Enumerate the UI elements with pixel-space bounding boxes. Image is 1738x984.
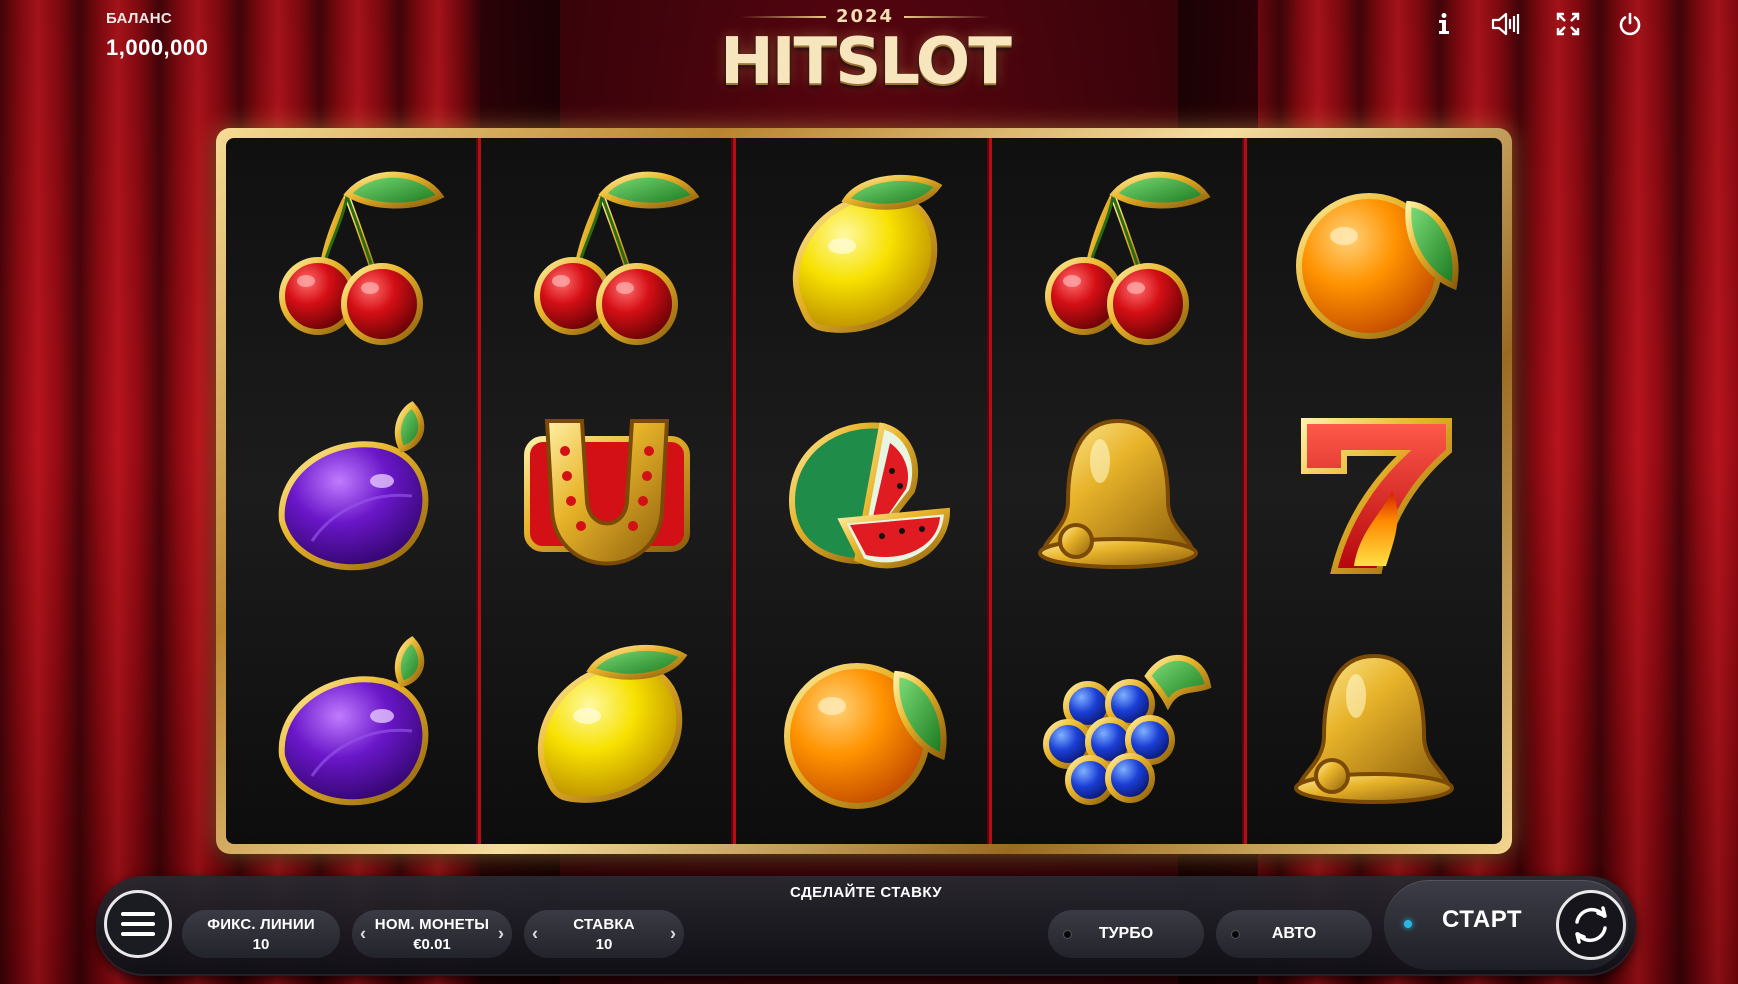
coin-decrease-button[interactable]: ‹	[360, 924, 366, 945]
auto-indicator	[1232, 931, 1239, 938]
orange-icon	[1296, 192, 1459, 339]
reel-cell	[481, 138, 733, 373]
reel-cell	[736, 609, 988, 844]
reel-cell	[226, 609, 478, 844]
reel-cell	[1247, 138, 1502, 373]
auto-toggle[interactable]: АВТО	[1216, 910, 1372, 958]
start-button[interactable]: СТАРТ	[1384, 880, 1628, 970]
fixed-lines-display: ФИКС. ЛИНИИ 10	[182, 910, 340, 958]
cherry-icon	[279, 171, 445, 345]
auto-label: АВТО	[1271, 925, 1317, 942]
reel-cell	[1247, 373, 1502, 608]
reel-cell	[992, 138, 1244, 373]
logo-divider-left	[739, 15, 826, 18]
reel-cell	[481, 373, 733, 608]
grapes-icon	[1042, 655, 1212, 806]
reel-cell	[736, 373, 988, 608]
refresh-icon	[1575, 906, 1607, 944]
menu-icon-line	[121, 932, 155, 936]
lemon-icon	[793, 174, 943, 333]
bet-decrease-button[interactable]: ‹	[532, 924, 538, 945]
control-bar: СДЕЛАЙТЕ СТАВКУ ФИКС. ЛИНИИ 10 ‹ НОМ. МО…	[96, 876, 1636, 976]
start-label: СТАРТ	[1442, 906, 1523, 933]
start-indicator	[1404, 920, 1412, 928]
balance-value: 1,000,000	[106, 35, 209, 60]
coin-value: €0.01	[413, 935, 451, 953]
reel-cell	[1247, 609, 1502, 844]
turbo-indicator	[1064, 931, 1071, 938]
reel-cell	[481, 609, 733, 844]
balance-panel: БАЛАНС 1,000,000	[106, 10, 208, 61]
reel-1	[226, 138, 482, 844]
lemon-icon	[538, 645, 688, 804]
reel-cell	[226, 373, 478, 608]
fixed-lines-label: ФИКС. ЛИНИИ	[207, 915, 315, 933]
turbo-toggle[interactable]: ТУРБО	[1048, 910, 1204, 958]
top-toolbar	[1428, 8, 1646, 40]
menu-button[interactable]	[104, 890, 172, 958]
spin-button[interactable]	[1556, 890, 1626, 960]
orange-icon	[784, 663, 947, 810]
bet-value: 10	[595, 935, 613, 953]
cherry-icon	[1044, 171, 1211, 345]
reel-cell	[992, 609, 1244, 844]
turbo-label: ТУРБО	[1098, 925, 1154, 942]
bell-icon	[1037, 418, 1198, 569]
bet-label: СТАВКА	[573, 915, 635, 933]
seven-icon	[1301, 417, 1453, 574]
reel-4	[992, 138, 1247, 844]
reel-cell	[736, 138, 988, 373]
menu-icon-line	[121, 922, 155, 926]
coin-value-stepper: ‹ НОМ. МОНЕТЫ €0.01 ›	[352, 910, 512, 958]
game-logo: 2024 HITSLOT	[700, 6, 1030, 106]
info-icon[interactable]	[1428, 8, 1460, 40]
plum-icon	[278, 401, 429, 571]
logo-year: 2024	[835, 6, 895, 27]
cherry-icon	[534, 171, 700, 345]
bell-icon	[1294, 654, 1455, 805]
reel-cell	[226, 138, 478, 373]
horseshoe-icon	[524, 418, 691, 566]
reel-frame	[216, 128, 1512, 854]
power-icon[interactable]	[1614, 8, 1646, 40]
reel-grid	[226, 138, 1502, 844]
watermelon-icon	[789, 422, 951, 569]
bet-stepper: ‹ СТАВКА 10 ›	[524, 910, 684, 958]
fixed-lines-value: 10	[252, 935, 270, 953]
coin-value-label: НОМ. МОНЕТЫ	[374, 915, 490, 933]
bet-increase-button[interactable]: ›	[670, 924, 676, 945]
logo-title: HITSLOT	[720, 25, 1012, 99]
sound-icon[interactable]	[1490, 8, 1522, 40]
menu-icon	[121, 912, 155, 916]
plum-icon	[278, 636, 429, 806]
logo-divider-right	[904, 15, 991, 18]
logo-year-row: 2024	[700, 6, 1030, 27]
balance-label: БАЛАНС	[106, 10, 173, 27]
reel-3	[736, 138, 992, 844]
fullscreen-icon[interactable]	[1552, 8, 1584, 40]
reel-cell	[992, 373, 1244, 608]
coin-increase-button[interactable]: ›	[498, 924, 504, 945]
reel-2	[481, 138, 737, 844]
reel-5	[1247, 138, 1502, 844]
